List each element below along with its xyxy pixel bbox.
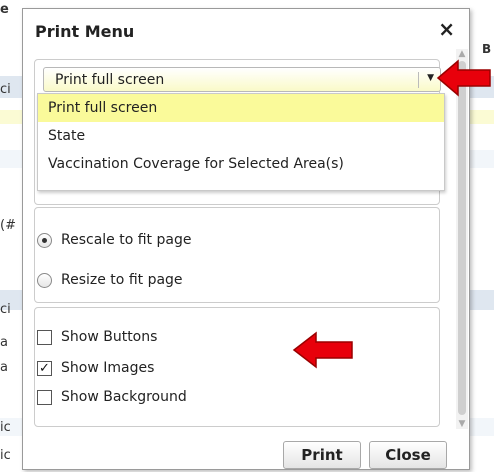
close-button[interactable]: Close (369, 441, 447, 469)
scale-group (34, 207, 440, 303)
background-text: B (482, 42, 492, 56)
dropdown-option-state[interactable]: State (38, 122, 444, 150)
show-buttons-checkbox[interactable] (37, 329, 52, 345)
resize-radio[interactable] (37, 272, 52, 288)
show-background-checkbox[interactable] (37, 389, 52, 405)
show-buttons-option[interactable]: Show Buttons (37, 329, 157, 345)
resize-option[interactable]: Resize to fit page (37, 272, 183, 288)
show-background-label: Show Background (61, 389, 187, 405)
annotation-arrow-icon (436, 59, 491, 97)
dropdown-option-print-full-screen[interactable]: Print full screen (38, 94, 444, 122)
show-images-checkbox[interactable]: ✓ (37, 360, 52, 376)
select-divider (418, 72, 419, 88)
show-images-label: Show Images (61, 360, 155, 376)
rescale-radio[interactable] (37, 232, 52, 248)
chevron-down-icon[interactable]: ▼ (427, 73, 434, 83)
print-button[interactable]: Print (283, 441, 361, 469)
close-icon[interactable]: × (438, 19, 455, 39)
print-menu-dialog: Print Menu × Rescale to fit page Resize … (22, 8, 470, 470)
vertical-scrollbar[interactable]: ▲ ▼ (456, 49, 468, 429)
show-images-option[interactable]: ✓ Show Images (37, 360, 154, 376)
dropdown-option-vaccination-coverage[interactable]: Vaccination Coverage for Selected Area(s… (38, 150, 444, 178)
print-target-select[interactable]: Print full screen ▼ (43, 67, 441, 92)
dialog-title: Print Menu (35, 22, 135, 41)
annotation-arrow-shape (436, 59, 491, 97)
resize-label: Resize to fit page (61, 272, 183, 288)
rescale-label: Rescale to fit page (61, 232, 192, 248)
rescale-option[interactable]: Rescale to fit page (37, 232, 191, 248)
print-target-dropdown: Print full screen State Vaccination Cove… (37, 93, 445, 191)
annotation-arrow-shape (292, 331, 353, 369)
show-buttons-label: Show Buttons (61, 329, 158, 345)
scroll-down-icon[interactable]: ▼ (457, 419, 467, 429)
vertical-scroll-thumb[interactable] (458, 61, 466, 415)
select-value: Print full screen (55, 72, 165, 88)
show-background-option[interactable]: Show Background (37, 389, 187, 405)
annotation-arrow-icon (292, 331, 353, 369)
